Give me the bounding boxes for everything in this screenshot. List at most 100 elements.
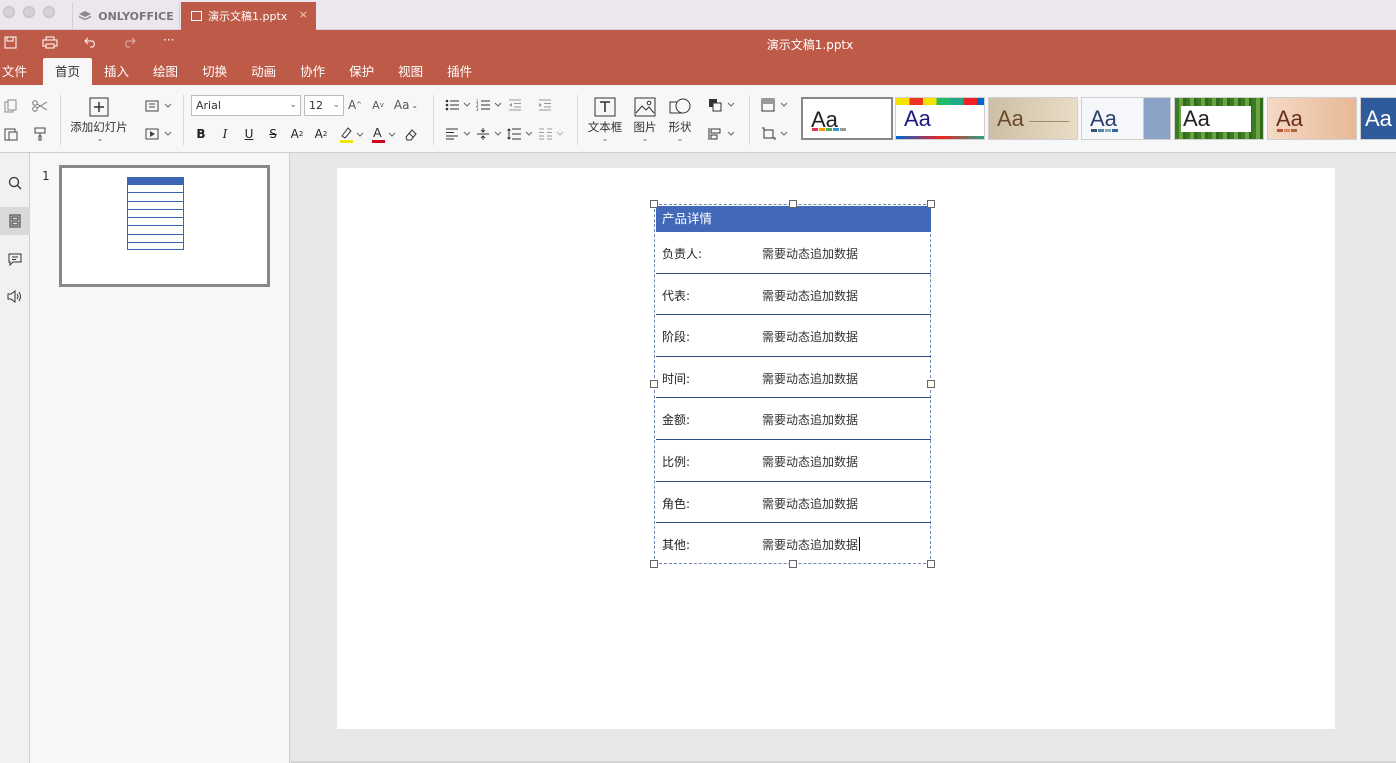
change-layout-icon[interactable]: [760, 96, 790, 114]
text-cursor: [859, 537, 861, 552]
shape-button[interactable]: 形状: [660, 120, 700, 134]
superscript-icon[interactable]: A2: [289, 125, 305, 143]
resize-handle-bottom[interactable]: [789, 560, 797, 568]
table-row[interactable]: 金额: 需要动态追加数据: [656, 398, 931, 440]
row-label: 角色:: [662, 496, 691, 511]
image-dropdown-icon[interactable]: ⌄: [640, 133, 650, 143]
product-details-table[interactable]: 产品详情 负责人: 需要动态追加数据 代表: 需要动态追加数据 阶段: 需要动态…: [650, 200, 935, 568]
highlight-color-icon[interactable]: [337, 123, 365, 145]
resize-handle-top-right[interactable]: [927, 200, 935, 208]
comments-button[interactable]: [0, 245, 30, 273]
numbered-list-icon[interactable]: 123: [475, 96, 503, 114]
paste-icon[interactable]: [2, 125, 20, 143]
slide-thumbnail[interactable]: [59, 165, 270, 287]
arrange-icon[interactable]: [707, 96, 737, 114]
increase-indent-icon[interactable]: [537, 96, 553, 114]
menu-home[interactable]: 首页: [43, 58, 93, 85]
table-row[interactable]: 负责人: 需要动态追加数据: [656, 232, 931, 274]
theme-green[interactable]: Aa: [1174, 97, 1264, 140]
resize-handle-right[interactable]: [927, 380, 935, 388]
textbox-button[interactable]: 文本框: [585, 120, 625, 134]
table-header[interactable]: 产品详情: [656, 206, 931, 232]
menu-view[interactable]: 视图: [386, 58, 435, 85]
search-button[interactable]: [0, 169, 30, 197]
font-size-select[interactable]: 12 ⌄: [304, 95, 344, 116]
table-row[interactable]: 代表: 需要动态追加数据: [656, 274, 931, 316]
decrease-font-icon[interactable]: Av: [370, 96, 386, 114]
menu-protection[interactable]: 保护: [337, 58, 386, 85]
theme-colorful[interactable]: Aa: [895, 97, 985, 140]
resize-handle-top[interactable]: [789, 200, 797, 208]
theme-beige[interactable]: Aa: [988, 97, 1078, 140]
theme-peach[interactable]: Aa: [1267, 97, 1357, 140]
row-label: 其他:: [662, 538, 691, 553]
subscript-icon[interactable]: A2: [313, 125, 329, 143]
font-color-icon[interactable]: A: [369, 123, 397, 145]
vertical-align-icon[interactable]: [475, 125, 503, 143]
menu-collaboration[interactable]: 协作: [288, 58, 337, 85]
format-painter-icon[interactable]: [31, 125, 49, 143]
table-row[interactable]: 其他: 需要动态追加数据: [656, 523, 931, 565]
cut-icon[interactable]: [31, 97, 49, 115]
slide-layout-button[interactable]: [144, 97, 174, 115]
menu-transitions[interactable]: 切换: [190, 58, 239, 85]
copy-icon[interactable]: [2, 97, 20, 115]
slides-panel-button[interactable]: [0, 207, 30, 235]
bold-icon[interactable]: B: [193, 125, 209, 143]
font-name-value: Arial: [196, 99, 221, 112]
table-row[interactable]: 阶段: 需要动态追加数据: [656, 315, 931, 357]
table-row[interactable]: 比例: 需要动态追加数据: [656, 440, 931, 482]
theme-sample-text: Aa: [904, 106, 931, 131]
tab-onlyoffice-home[interactable]: ONLYOFFICE: [72, 2, 180, 30]
theme-blank[interactable]: Aa: [801, 97, 893, 140]
zoom-window-button[interactable]: [43, 6, 55, 18]
increase-font-icon[interactable]: A ^: [347, 96, 363, 114]
textbox-icon[interactable]: [593, 96, 617, 118]
line-spacing-icon[interactable]: [506, 125, 534, 143]
image-button[interactable]: 图片: [625, 120, 665, 134]
resize-handle-bottom-right[interactable]: [927, 560, 935, 568]
resize-handle-left[interactable]: [650, 380, 658, 388]
underline-icon[interactable]: U: [241, 125, 257, 143]
svg-text:3: 3: [476, 107, 479, 111]
menu-draw[interactable]: 绘图: [141, 58, 190, 85]
minimize-window-button[interactable]: [23, 6, 35, 18]
add-slide-button[interactable]: 添加幻灯片: [68, 120, 130, 134]
resize-handle-bottom-left[interactable]: [650, 560, 658, 568]
strikethrough-icon[interactable]: S: [265, 125, 281, 143]
decrease-indent-icon[interactable]: [507, 96, 523, 114]
slide-canvas[interactable]: 产品详情 负责人: 需要动态追加数据 代表: 需要动态追加数据 阶段: 需要动态…: [337, 168, 1335, 729]
row-value: 需要动态追加数据: [762, 455, 859, 469]
tab-document[interactable]: 演示文稿1.pptx ×: [181, 2, 316, 30]
table-row[interactable]: 时间: 需要动态追加数据: [656, 357, 931, 399]
change-case-icon[interactable]: Aa ⌄: [392, 96, 420, 114]
image-icon[interactable]: [633, 96, 657, 118]
font-name-select[interactable]: Arial ⌄: [191, 95, 301, 116]
bullet-list-icon[interactable]: [444, 96, 472, 114]
slide-size-icon[interactable]: [760, 125, 790, 143]
theme-blue-curve[interactable]: Aa: [1081, 97, 1171, 140]
menu-file[interactable]: 文件: [0, 58, 29, 85]
add-slide-dropdown-icon[interactable]: ⌄: [95, 133, 105, 143]
close-window-button[interactable]: [3, 6, 15, 18]
resize-handle-top-left[interactable]: [650, 200, 658, 208]
onlyoffice-logo-icon: [78, 11, 92, 21]
shape-dropdown-icon[interactable]: ⌄: [675, 133, 685, 143]
table-row[interactable]: 角色: 需要动态追加数据: [656, 482, 931, 524]
menu-plugins[interactable]: 插件: [435, 58, 484, 85]
add-slide-icon[interactable]: [88, 96, 110, 118]
italic-icon[interactable]: I: [217, 125, 233, 143]
shape-icon[interactable]: [668, 96, 692, 118]
theme-dark-blue[interactable]: Aa: [1360, 97, 1396, 140]
columns-icon[interactable]: [537, 125, 565, 143]
start-slideshow-button[interactable]: [144, 125, 174, 143]
tab-close-icon[interactable]: ×: [299, 8, 308, 21]
align-shape-icon[interactable]: [707, 125, 737, 143]
menu-insert[interactable]: 插入: [92, 58, 141, 85]
menu-animation[interactable]: 动画: [239, 58, 288, 85]
audio-button[interactable]: [0, 282, 30, 310]
align-left-icon[interactable]: [444, 125, 472, 143]
textbox-dropdown-icon[interactable]: ⌄: [600, 133, 610, 143]
clear-formatting-icon[interactable]: [402, 125, 420, 143]
search-icon: [8, 176, 22, 190]
